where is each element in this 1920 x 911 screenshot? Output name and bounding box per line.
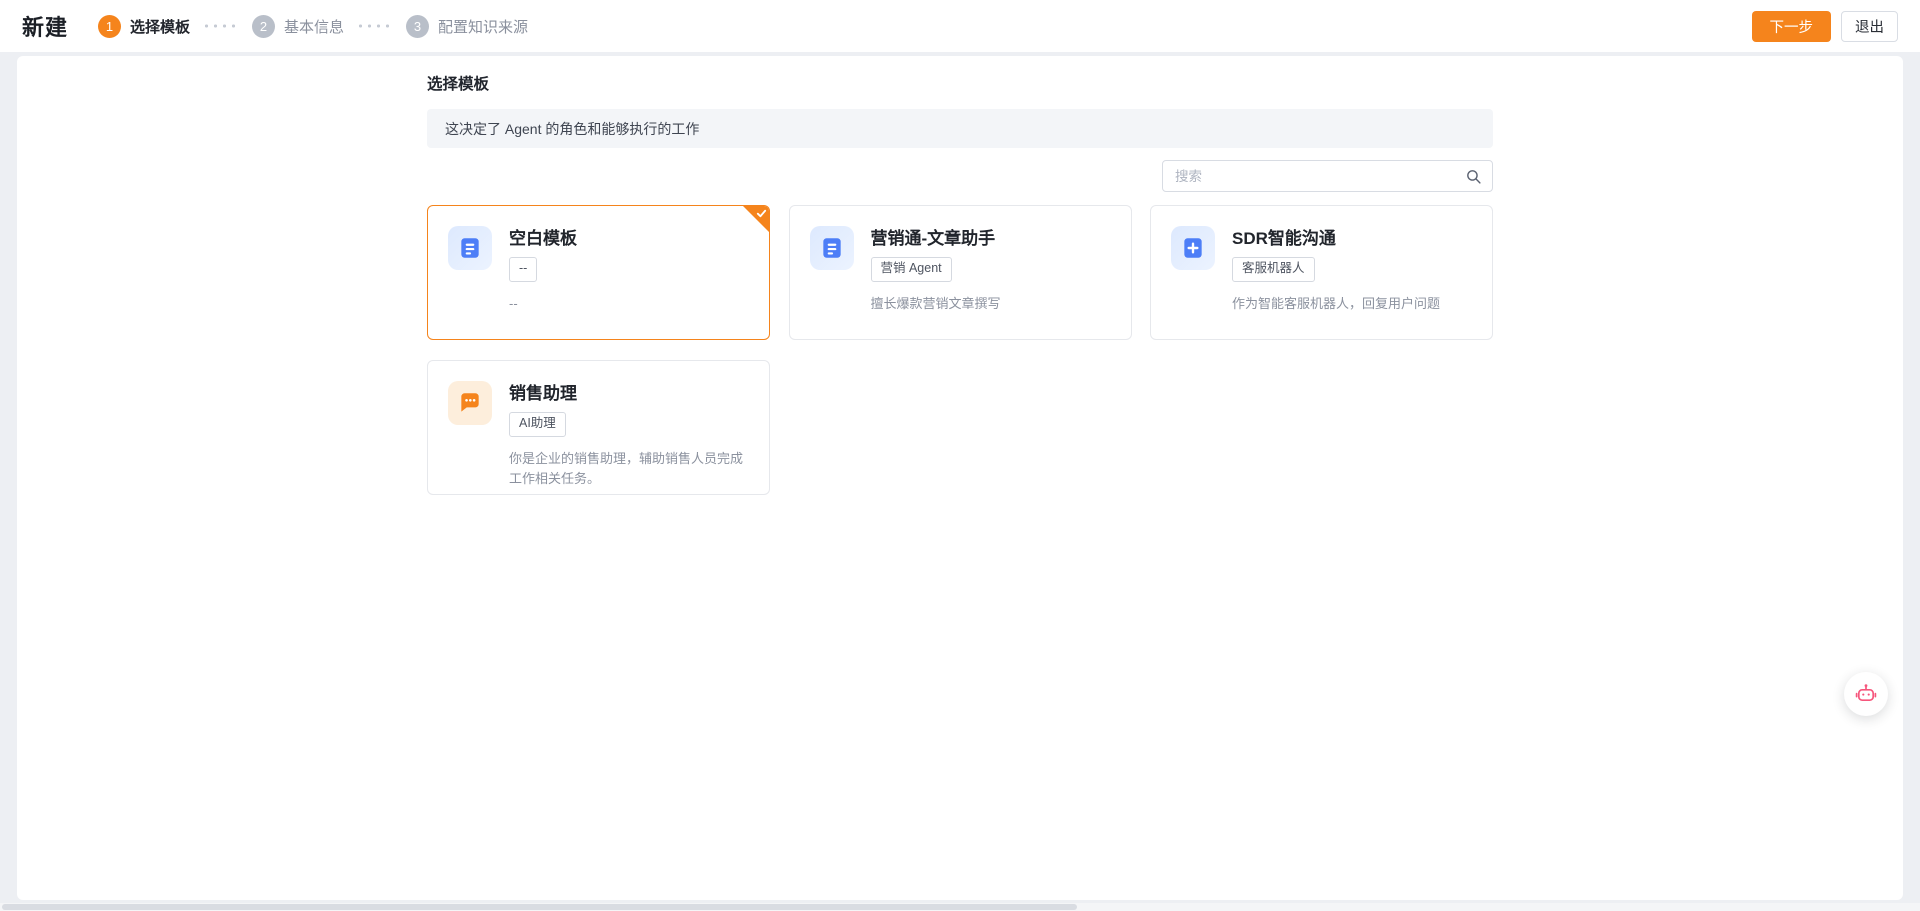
search-icon bbox=[1465, 168, 1482, 185]
book-plus-icon bbox=[1171, 226, 1215, 270]
horizontal-scrollbar-thumb[interactable] bbox=[2, 904, 1077, 910]
content-column: 选择模板 这决定了 Agent 的角色和能够执行的工作 bbox=[427, 56, 1493, 495]
page-title: 新建 bbox=[22, 10, 68, 42]
template-title: 营销通-文章助手 bbox=[871, 226, 996, 249]
step-separator-dots bbox=[202, 24, 240, 28]
template-tag: -- bbox=[509, 257, 537, 282]
step-label: 选择模板 bbox=[130, 16, 190, 37]
step-indicator: 1 选择模板 2 基本信息 3 配置知识来源 bbox=[98, 15, 528, 38]
exit-button[interactable]: 退出 bbox=[1841, 11, 1898, 42]
template-card-sales-assistant[interactable]: 销售助理 AI助理 你是企业的销售助理，辅助销售人员完成工作相关任务。 bbox=[427, 360, 770, 495]
template-description: 擅长爆款营销文章撰写 bbox=[871, 294, 1111, 314]
template-title: SDR智能沟通 bbox=[1232, 226, 1336, 249]
header: 新建 1 选择模板 2 基本信息 3 配置知识来源 下一步 退出 bbox=[0, 0, 1920, 52]
template-description: 作为智能客服机器人，回复用户问题 bbox=[1232, 294, 1472, 314]
template-title: 销售助理 bbox=[509, 381, 577, 404]
document-icon bbox=[448, 226, 492, 270]
template-card-blank[interactable]: 空白模板 -- -- bbox=[427, 205, 770, 340]
template-grid: 空白模板 -- -- 营销通-文章助手 营销 Agent bbox=[427, 205, 1493, 495]
section-title: 选择模板 bbox=[427, 72, 1493, 94]
template-card-marketing-article[interactable]: 营销通-文章助手 营销 Agent 擅长爆款营销文章撰写 bbox=[789, 205, 1132, 340]
step-label: 基本信息 bbox=[284, 16, 344, 37]
search-row bbox=[427, 160, 1493, 192]
document-icon bbox=[810, 226, 854, 270]
search-input[interactable] bbox=[1175, 169, 1465, 184]
step-basic-info[interactable]: 2 基本信息 bbox=[252, 15, 344, 38]
step-number-badge: 2 bbox=[252, 15, 275, 38]
check-icon bbox=[756, 208, 767, 219]
robot-icon bbox=[1854, 682, 1878, 706]
step-knowledge-source[interactable]: 3 配置知识来源 bbox=[406, 15, 528, 38]
template-card-sdr[interactable]: SDR智能沟通 客服机器人 作为智能客服机器人，回复用户问题 bbox=[1150, 205, 1493, 340]
step-number-badge: 3 bbox=[406, 15, 429, 38]
step-label: 配置知识来源 bbox=[438, 16, 528, 37]
search-box bbox=[1162, 160, 1493, 192]
chat-bubble-icon bbox=[448, 381, 492, 425]
template-description: 你是企业的销售助理，辅助销售人员完成工作相关任务。 bbox=[509, 449, 749, 489]
step-number-badge: 1 bbox=[98, 15, 121, 38]
template-title: 空白模板 bbox=[509, 226, 577, 249]
step-select-template[interactable]: 1 选择模板 bbox=[98, 15, 190, 38]
horizontal-scrollbar-track bbox=[0, 903, 1920, 911]
step-separator-dots bbox=[356, 24, 394, 28]
template-tag: 营销 Agent bbox=[871, 257, 952, 282]
template-tag: AI助理 bbox=[509, 412, 566, 437]
next-step-button[interactable]: 下一步 bbox=[1752, 11, 1832, 42]
info-banner: 这决定了 Agent 的角色和能够执行的工作 bbox=[427, 109, 1493, 148]
assistant-fab[interactable] bbox=[1844, 672, 1888, 716]
main-panel: 选择模板 这决定了 Agent 的角色和能够执行的工作 bbox=[17, 56, 1903, 900]
template-description: -- bbox=[509, 294, 749, 314]
header-actions: 下一步 退出 bbox=[1752, 11, 1899, 42]
template-tag: 客服机器人 bbox=[1232, 257, 1315, 282]
